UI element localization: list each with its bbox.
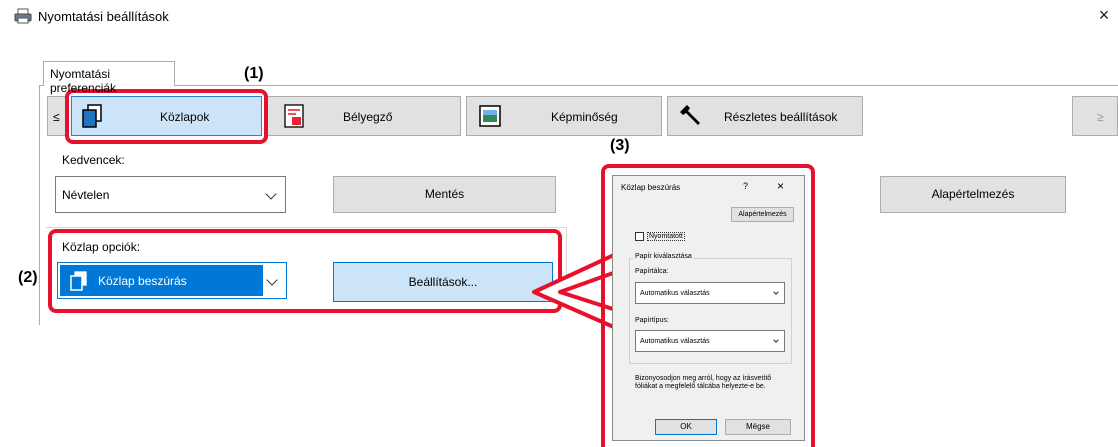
help-icon[interactable]: ? bbox=[743, 181, 748, 191]
chevron-down-icon bbox=[265, 188, 277, 200]
dialog-default-button[interactable]: Alapértelmezés bbox=[731, 207, 794, 222]
chevron-down-icon bbox=[773, 289, 779, 295]
scroll-left-button[interactable]: ≤ bbox=[47, 96, 66, 136]
stamp-icon bbox=[284, 104, 304, 128]
dialog-ok-button[interactable]: OK bbox=[655, 419, 717, 435]
toolbar-button-image-quality[interactable]: Képminőség bbox=[466, 96, 662, 136]
wrench-icon bbox=[680, 105, 700, 125]
title-bar: Nyomtatási beállítások × bbox=[0, 0, 1118, 32]
group-separator bbox=[46, 227, 566, 228]
favorites-value: Névtelen bbox=[62, 188, 110, 202]
paper-type-dropdown[interactable]: Automatikus választás bbox=[635, 330, 785, 352]
transparency-note: Bizonyosodjon meg arról, hogy az írásvet… bbox=[635, 375, 772, 390]
dialog-cancel-button[interactable]: Mégse bbox=[725, 419, 791, 435]
printed-checkbox[interactable] bbox=[635, 232, 644, 241]
window-title: Nyomtatási beállítások bbox=[38, 9, 169, 24]
callout-box-2 bbox=[48, 229, 562, 313]
paper-tray-label: Papírtálca: bbox=[635, 268, 669, 275]
image-quality-label: Képminőség bbox=[551, 110, 618, 124]
image-quality-icon bbox=[479, 105, 501, 127]
printed-label: Nyomtatott bbox=[647, 232, 685, 241]
callout-label-3: (3) bbox=[610, 137, 630, 154]
tab-print-preferences[interactable]: Nyomtatási preferenciák bbox=[43, 61, 175, 95]
scroll-left-icon: ≤ bbox=[53, 110, 60, 124]
paper-type-value: Automatikus választás bbox=[640, 338, 710, 345]
toolbar-button-stamp[interactable]: Bélyegző bbox=[266, 96, 461, 136]
stamp-label: Bélyegző bbox=[343, 110, 393, 124]
printer-icon bbox=[14, 8, 32, 24]
cover-insert-dialog: Közlap beszúrás ? × Alapértelmezés Nyomt… bbox=[612, 175, 805, 441]
toolbar-button-detailed-settings[interactable]: Részletes beállítások bbox=[667, 96, 863, 136]
paper-tray-dropdown[interactable]: Automatikus választás bbox=[635, 282, 785, 304]
favorites-dropdown[interactable]: Névtelen bbox=[55, 176, 286, 213]
default-button[interactable]: Alapértelmezés bbox=[880, 176, 1066, 213]
scroll-right-button[interactable]: ≥ bbox=[1072, 96, 1118, 136]
favorites-label: Kedvencek: bbox=[62, 153, 125, 167]
dialog-title: Közlap beszúrás bbox=[621, 183, 681, 192]
chevron-down-icon bbox=[773, 337, 779, 343]
callout-label-1: (1) bbox=[244, 65, 264, 82]
paper-type-label: Papírtípus: bbox=[635, 317, 669, 324]
paper-tray-value: Automatikus választás bbox=[640, 290, 710, 297]
paper-selection-label: Papír kiválasztása bbox=[633, 253, 694, 260]
save-button[interactable]: Mentés bbox=[333, 176, 556, 213]
detailed-settings-label: Részletes beállítások bbox=[724, 110, 838, 124]
close-icon[interactable]: × bbox=[1094, 4, 1114, 26]
dialog-close-icon[interactable]: × bbox=[777, 179, 784, 193]
callout-box-1 bbox=[65, 89, 268, 144]
callout-label-2: (2) bbox=[18, 269, 38, 286]
scroll-right-icon: ≥ bbox=[1097, 110, 1104, 124]
